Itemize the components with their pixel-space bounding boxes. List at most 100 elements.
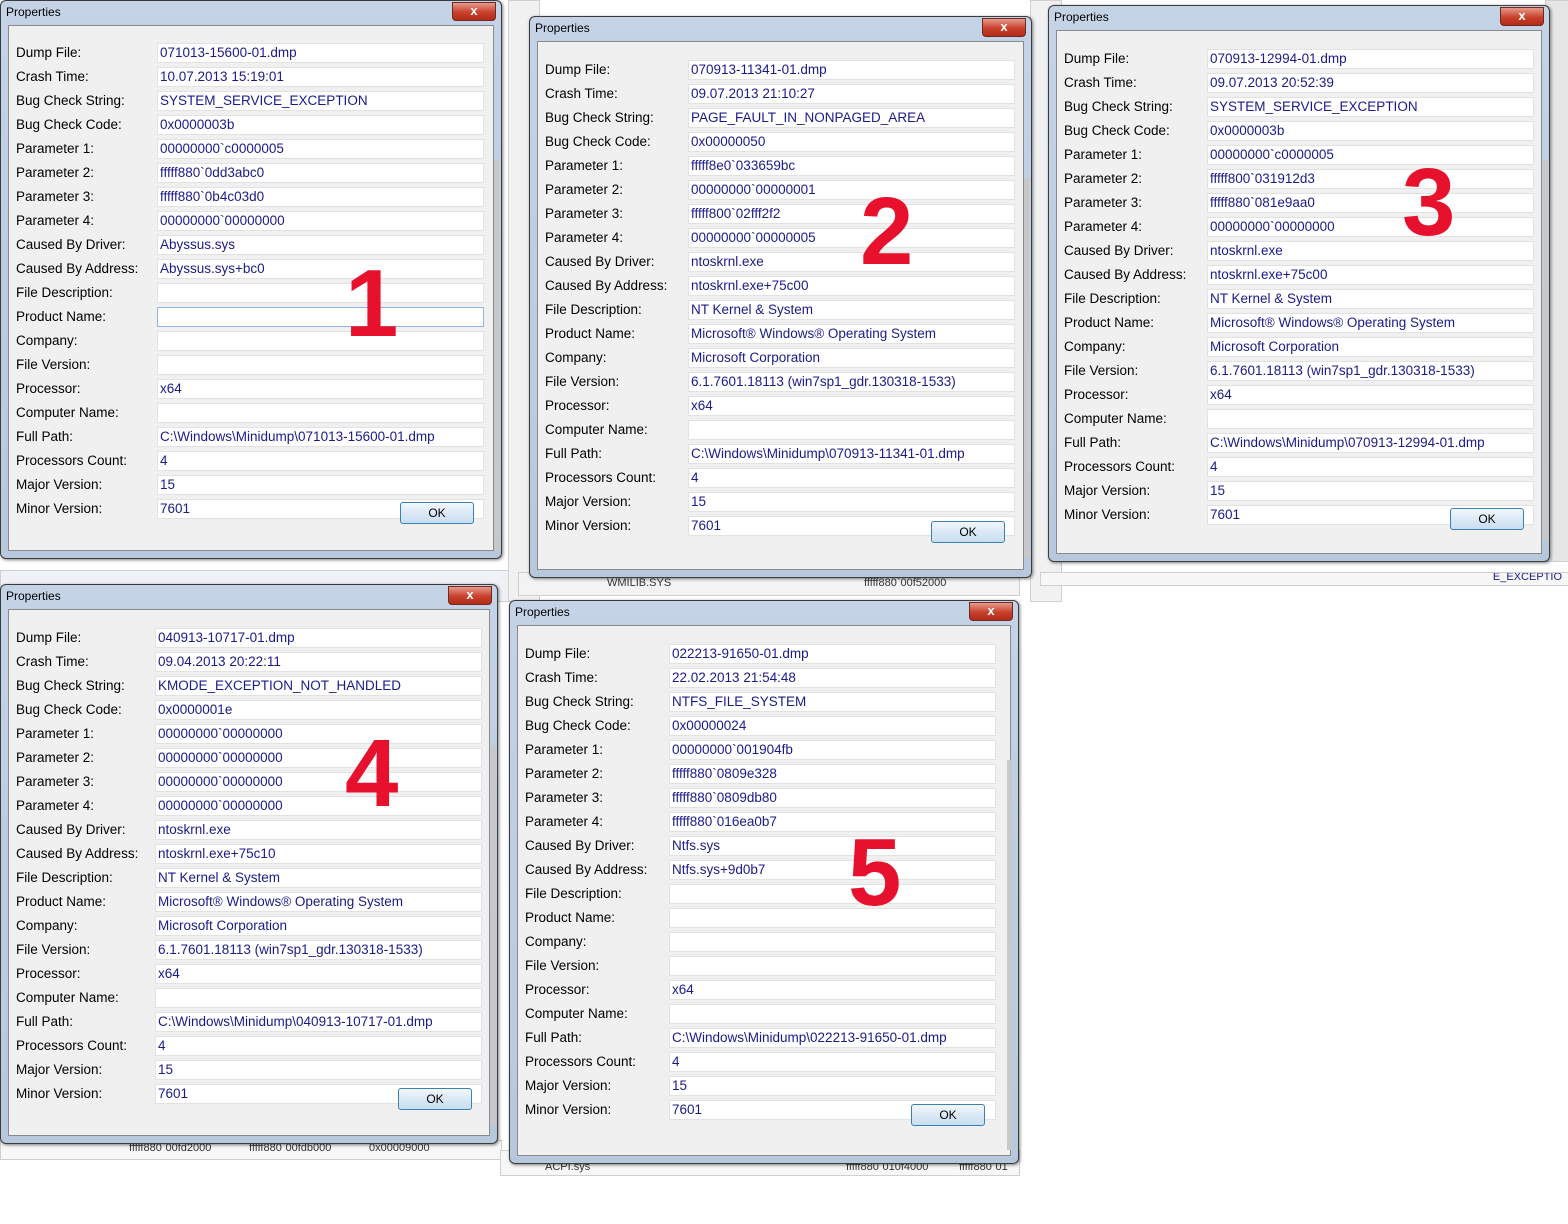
property-value-field[interactable]: C:\Windows\Minidump\070913-11341-01.dmp xyxy=(688,444,1015,464)
property-value-field[interactable]: Microsoft Corporation xyxy=(1207,337,1534,357)
property-value-field[interactable]: 22.02.2013 21:54:48 xyxy=(669,668,996,688)
property-value-field[interactable]: ntoskrnl.exe xyxy=(155,820,482,840)
property-value-field[interactable]: fffff880`016ea0b7 xyxy=(669,812,996,832)
property-value-field[interactable]: 040913-10717-01.dmp xyxy=(155,628,482,648)
property-value-field[interactable]: fffff880`0809db80 xyxy=(669,788,996,808)
property-value-field[interactable]: x64 xyxy=(669,980,996,1000)
property-value-field[interactable]: fffff800`02fff2f2 xyxy=(688,204,1015,224)
property-value-field[interactable]: 070913-12994-01.dmp xyxy=(1207,49,1534,69)
property-value-field[interactable]: 070913-11341-01.dmp xyxy=(688,60,1015,80)
property-value-field[interactable]: PAGE_FAULT_IN_NONPAGED_AREA xyxy=(688,108,1015,128)
property-value-field[interactable] xyxy=(157,403,484,423)
property-value-field[interactable]: 00000000`00000005 xyxy=(688,228,1015,248)
property-value-field[interactable]: C:\Windows\Minidump\071013-15600-01.dmp xyxy=(157,427,484,447)
scrollbar-fragment[interactable] xyxy=(1024,178,1029,558)
property-value-field[interactable] xyxy=(157,307,484,327)
property-value-field[interactable]: 4 xyxy=(1207,457,1534,477)
scrollbar-fragment[interactable] xyxy=(1543,160,1548,540)
property-value-field[interactable] xyxy=(669,1004,996,1024)
property-value-field[interactable]: C:\Windows\Minidump\040913-10717-01.dmp xyxy=(155,1012,482,1032)
ok-button[interactable]: OK xyxy=(1450,508,1524,530)
property-value-field[interactable]: 00000000`c0000005 xyxy=(1207,145,1534,165)
property-value-field[interactable]: 0x0000003b xyxy=(157,115,484,135)
property-value-field[interactable]: Ntfs.sys+9d0b7 xyxy=(669,860,996,880)
property-value-field[interactable]: Microsoft Corporation xyxy=(155,916,482,936)
property-value-field[interactable]: 00000000`00000000 xyxy=(155,748,482,768)
property-value-field[interactable]: x64 xyxy=(157,379,484,399)
property-value-field[interactable]: 4 xyxy=(669,1052,996,1072)
dialog-titlebar[interactable]: Properties x xyxy=(1,585,497,607)
property-value-field[interactable]: 09.07.2013 21:10:27 xyxy=(688,84,1015,104)
property-value-field[interactable]: 10.07.2013 15:19:01 xyxy=(157,67,484,87)
close-button[interactable]: x xyxy=(448,586,492,605)
property-value-field[interactable] xyxy=(669,956,996,976)
property-value-field[interactable]: fffff880`0b4c03d0 xyxy=(157,187,484,207)
dialog-titlebar[interactable]: Properties x xyxy=(530,17,1031,39)
property-value-field[interactable]: fffff880`081e9aa0 xyxy=(1207,193,1534,213)
property-value-field[interactable]: fffff880`0dd3abc0 xyxy=(157,163,484,183)
property-value-field[interactable]: 4 xyxy=(688,468,1015,488)
property-value-field[interactable]: 00000000`00000000 xyxy=(155,772,482,792)
property-value-field[interactable]: NT Kernel & System xyxy=(688,300,1015,320)
property-value-field[interactable]: x64 xyxy=(688,396,1015,416)
property-value-field[interactable]: 0x0000003b xyxy=(1207,121,1534,141)
property-value-field[interactable]: Microsoft Corporation xyxy=(688,348,1015,368)
property-value-field[interactable]: ntoskrnl.exe+75c10 xyxy=(155,844,482,864)
property-value-field[interactable]: 00000000`00000000 xyxy=(1207,217,1534,237)
dialog-titlebar[interactable]: Properties x xyxy=(510,601,1018,623)
property-value-field[interactable] xyxy=(669,932,996,952)
scrollbar-fragment[interactable] xyxy=(1007,760,1012,1150)
close-button[interactable]: x xyxy=(1500,7,1544,26)
property-value-field[interactable]: 09.04.2013 20:22:11 xyxy=(155,652,482,672)
property-value-field[interactable]: 00000000`001904fb xyxy=(669,740,996,760)
property-value-field[interactable]: 00000000`00000001 xyxy=(688,180,1015,200)
property-value-field[interactable]: Abyssus.sys+bc0 xyxy=(157,259,484,279)
property-value-field[interactable]: 00000000`00000000 xyxy=(155,724,482,744)
close-button[interactable]: x xyxy=(969,602,1013,621)
property-value-field[interactable]: Microsoft® Windows® Operating System xyxy=(155,892,482,912)
property-value-field[interactable]: 0x00000024 xyxy=(669,716,996,736)
property-value-field[interactable] xyxy=(688,420,1015,440)
ok-button[interactable]: OK xyxy=(398,1088,472,1110)
property-value-field[interactable] xyxy=(157,331,484,351)
property-value-field[interactable] xyxy=(155,988,482,1008)
property-value-field[interactable]: NT Kernel & System xyxy=(155,868,482,888)
property-value-field[interactable]: 00000000`00000000 xyxy=(155,796,482,816)
property-value-field[interactable] xyxy=(157,283,484,303)
property-value-field[interactable]: Ntfs.sys xyxy=(669,836,996,856)
property-value-field[interactable]: 15 xyxy=(688,492,1015,512)
property-value-field[interactable]: ntoskrnl.exe xyxy=(688,252,1015,272)
scrollbar-fragment[interactable] xyxy=(491,745,496,1125)
property-value-field[interactable]: 4 xyxy=(155,1036,482,1056)
property-value-field[interactable] xyxy=(669,884,996,904)
property-value-field[interactable]: 00000000`c0000005 xyxy=(157,139,484,159)
property-value-field[interactable]: 15 xyxy=(155,1060,482,1080)
property-value-field[interactable]: Microsoft® Windows® Operating System xyxy=(1207,313,1534,333)
property-value-field[interactable]: x64 xyxy=(155,964,482,984)
ok-button[interactable]: OK xyxy=(911,1104,985,1126)
property-value-field[interactable]: fffff8e0`033659bc xyxy=(688,156,1015,176)
property-value-field[interactable]: fffff800`031912d3 xyxy=(1207,169,1534,189)
property-value-field[interactable]: NTFS_FILE_SYSTEM xyxy=(669,692,996,712)
dialog-titlebar[interactable]: Properties x xyxy=(1,1,501,23)
property-value-field[interactable] xyxy=(669,908,996,928)
dialog-titlebar[interactable]: Properties x xyxy=(1049,6,1549,28)
property-value-field[interactable]: 09.07.2013 20:52:39 xyxy=(1207,73,1534,93)
scrollbar-fragment[interactable] xyxy=(494,160,499,550)
property-value-field[interactable]: Abyssus.sys xyxy=(157,235,484,255)
ok-button[interactable]: OK xyxy=(400,502,474,524)
property-value-field[interactable]: 0x00000050 xyxy=(688,132,1015,152)
property-value-field[interactable]: 6.1.7601.18113 (win7sp1_gdr.130318-1533) xyxy=(688,372,1015,392)
property-value-field[interactable]: Microsoft® Windows® Operating System xyxy=(688,324,1015,344)
ok-button[interactable]: OK xyxy=(931,521,1005,543)
property-value-field[interactable]: fffff880`0809e328 xyxy=(669,764,996,784)
property-value-field[interactable]: 15 xyxy=(669,1076,996,1096)
close-button[interactable]: x xyxy=(452,2,496,21)
close-button[interactable]: x xyxy=(982,18,1026,37)
property-value-field[interactable]: 00000000`00000000 xyxy=(157,211,484,231)
property-value-field[interactable]: KMODE_EXCEPTION_NOT_HANDLED xyxy=(155,676,482,696)
property-value-field[interactable]: 15 xyxy=(157,475,484,495)
property-value-field[interactable]: ntoskrnl.exe+75c00 xyxy=(1207,265,1534,285)
property-value-field[interactable]: 071013-15600-01.dmp xyxy=(157,43,484,63)
property-value-field[interactable] xyxy=(157,355,484,375)
